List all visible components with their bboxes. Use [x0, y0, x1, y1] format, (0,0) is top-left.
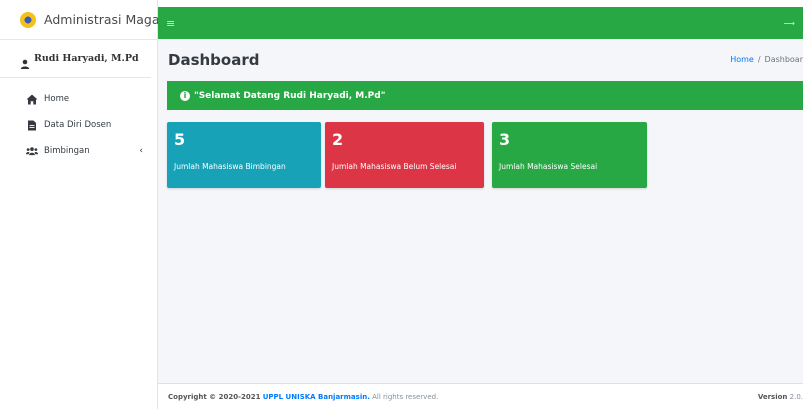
brand-title: Administrasi Magang — [44, 12, 176, 27]
stat-label: Jumlah Mahasiswa Bimbingan — [174, 162, 286, 171]
stat-value: 2 — [332, 130, 344, 149]
user-icon — [20, 54, 30, 69]
breadcrumb-home-link[interactable]: Home — [730, 55, 754, 64]
stat-label: Jumlah Mahasiswa Selesai — [499, 162, 598, 171]
sidebar-item-label: Home — [44, 94, 70, 104]
university-logo-icon — [20, 11, 36, 28]
page-title: Dashboard — [168, 50, 260, 69]
footer-version: Version 2.0. — [758, 393, 803, 401]
stat-box-belum-selesai[interactable]: 2 Jumlah Mahasiswa Belum Selesai — [325, 122, 484, 188]
rights-text: All rights reserved. — [372, 392, 439, 401]
sidebar-item-label: Bimbingan — [44, 146, 90, 156]
stat-box-bimbingan[interactable]: 5 Jumlah Mahasiswa Bimbingan — [167, 122, 321, 188]
user-name: Rudi Haryadi, M.Pd — [34, 53, 139, 64]
footer-copyright: Copyright © 2020-2021 UPPL UNISKA Banjar… — [168, 393, 438, 401]
app-window: Administrasi Magang Rudi Haryadi, M.Pd H… — [0, 0, 803, 409]
top-navbar: ≡ ⟶ — [158, 7, 803, 39]
sidebar-nav: Home Data Diri Dosen Bimbingan ‹ — [0, 78, 157, 164]
stat-label: Jumlah Mahasiswa Belum Selesai — [332, 162, 457, 171]
breadcrumb-separator: / — [757, 55, 761, 64]
sidebar-item-data-diri-dosen[interactable]: Data Diri Dosen — [0, 112, 157, 138]
user-panel[interactable]: Rudi Haryadi, M.Pd — [0, 40, 151, 78]
info-circle-icon: i — [180, 90, 190, 101]
stat-value: 3 — [499, 130, 511, 149]
file-icon — [26, 120, 38, 131]
sidebar-item-label: Data Diri Dosen — [44, 120, 112, 130]
breadcrumb: Home / Dashboar — [730, 55, 803, 64]
stat-value: 5 — [174, 130, 186, 149]
copyright-text: Copyright © 2020-2021 — [168, 392, 261, 401]
version-value: 2.0. — [789, 392, 803, 401]
content-header: Dashboard Home / Dashboar — [158, 39, 803, 80]
version-label: Version — [757, 392, 788, 401]
home-icon — [26, 94, 38, 105]
content-wrapper: Dashboard Home / Dashboar i "Selamat Datan… — [158, 39, 803, 383]
chevron-left-icon: ‹ — [139, 146, 143, 156]
sidebar-item-home[interactable]: Home — [0, 86, 157, 112]
stat-box-selesai[interactable]: 3 Jumlah Mahasiswa Selesai — [492, 122, 647, 188]
breadcrumb-current: Dashboar — [764, 55, 803, 64]
org-link[interactable]: UPPL UNISKA Banjarmasin. — [263, 393, 370, 401]
sidebar-item-bimbingan[interactable]: Bimbingan ‹ — [0, 138, 157, 164]
hamburger-menu-icon[interactable]: ≡ — [166, 17, 175, 30]
footer: Copyright © 2020-2021 UPPL UNISKA Banjar… — [158, 383, 803, 409]
sidebar: Administrasi Magang Rudi Haryadi, M.Pd H… — [0, 0, 175, 409]
brand-link[interactable]: Administrasi Magang — [0, 0, 175, 40]
users-icon — [26, 146, 38, 157]
logout-icon[interactable]: ⟶ — [784, 19, 795, 28]
welcome-alert-text: "Selamat Datang Rudi Haryadi, M.Pd" — [194, 90, 386, 101]
welcome-alert: i "Selamat Datang Rudi Haryadi, M.Pd" — [167, 81, 803, 110]
